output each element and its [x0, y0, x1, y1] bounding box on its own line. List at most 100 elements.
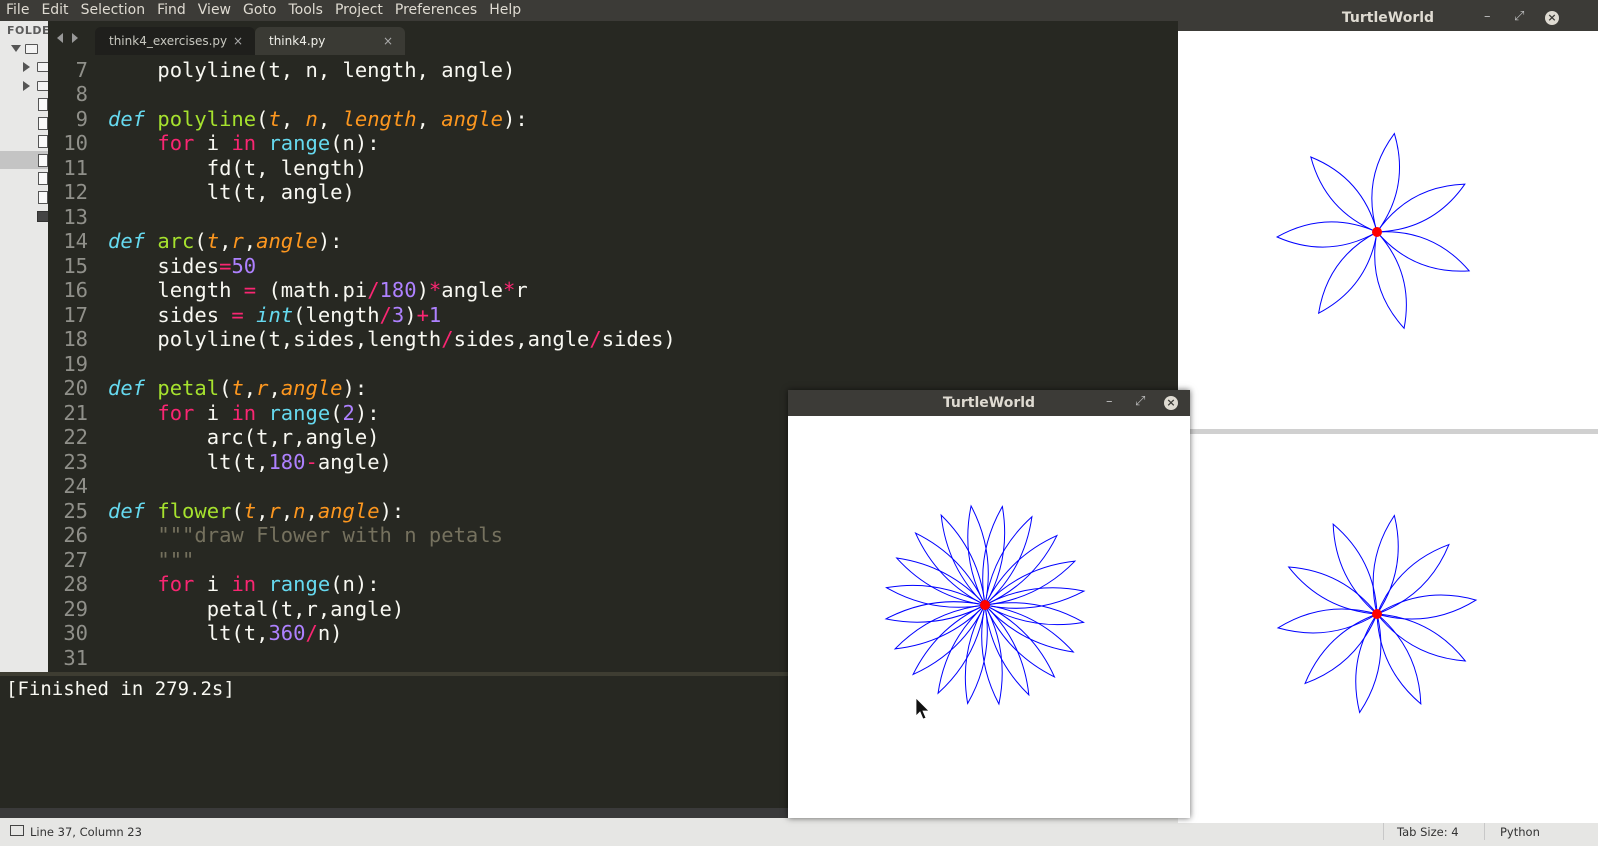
- flower-petal: [1374, 231, 1407, 330]
- code-line: for i in range(n):: [157, 131, 380, 155]
- tab-label: think4.py: [269, 34, 326, 48]
- code-line: sides=50: [108, 254, 257, 278]
- menu-project[interactable]: Project: [329, 0, 389, 21]
- menu-edit[interactable]: Edit: [35, 0, 74, 21]
- tab-label: think4_exercises.py: [109, 34, 228, 48]
- code-line: fd(t, length): [108, 156, 368, 180]
- code-line: arc(t,r,angle): [108, 425, 380, 449]
- flower-petal: [1276, 221, 1378, 248]
- code-line: length = (math.pi/180)*angle*r: [108, 278, 528, 302]
- expand-right-icon[interactable]: [23, 62, 30, 72]
- status-separator: [1383, 822, 1384, 840]
- line-number: 13: [63, 205, 88, 229]
- menu-preferences[interactable]: Preferences: [389, 0, 483, 21]
- line-number: 7: [75, 58, 88, 82]
- code-line: petal(t,r,angle): [108, 597, 405, 621]
- sidebar-item-root-folder[interactable]: [0, 40, 48, 58]
- line-number: 20: [63, 376, 88, 400]
- flower-petal: [1376, 543, 1450, 615]
- turtle-icon: [1372, 609, 1382, 619]
- flower-drawing: [1276, 514, 1478, 714]
- line-number: 30: [63, 621, 88, 645]
- menu-selection[interactable]: Selection: [75, 0, 152, 21]
- line-number: 9: [75, 107, 88, 131]
- file-icon: [38, 154, 48, 167]
- code-line: for i in range(2):: [157, 401, 380, 425]
- file-icon: [38, 98, 48, 111]
- sidebar-item-file-selected[interactable]: [0, 151, 48, 169]
- line-number: 22: [63, 425, 88, 449]
- close-icon[interactable]: ×: [1545, 11, 1559, 25]
- sidebar-item-file[interactable]: [0, 132, 48, 150]
- close-icon[interactable]: ×: [1164, 396, 1178, 410]
- flower-drawing: [884, 504, 1086, 706]
- line-number: 27: [63, 548, 88, 572]
- sidebar-item-file[interactable]: [0, 114, 48, 132]
- turtle-canvas: [884, 504, 1086, 720]
- tab-prev-icon[interactable]: [57, 33, 63, 43]
- turtle-icon: [1372, 227, 1382, 237]
- code-line: def flower(t,r,n,angle):: [108, 499, 405, 523]
- minimize-icon[interactable]: –: [1106, 390, 1113, 416]
- turtle-icon: [980, 600, 990, 610]
- code-line: lt(t,180-angle): [108, 450, 392, 474]
- maximize-icon[interactable]: ⤢: [1135, 390, 1145, 416]
- line-number: 31: [63, 646, 88, 670]
- line-number: 23: [63, 450, 88, 474]
- sidebar: FOLDE: [0, 21, 49, 676]
- menu-view[interactable]: View: [192, 0, 237, 21]
- menu-file[interactable]: File: [0, 0, 35, 21]
- sidebar-item-image[interactable]: [0, 207, 48, 225]
- tab-next-icon[interactable]: [72, 33, 78, 43]
- tab-think4[interactable]: think4.py ×: [255, 27, 405, 55]
- sidebar-item-folder[interactable]: [0, 77, 48, 95]
- sidebar-header: FOLDE: [7, 24, 49, 37]
- menu-help[interactable]: Help: [483, 0, 527, 21]
- flower-petal: [1310, 156, 1378, 233]
- maximize-icon[interactable]: ⤢: [1514, 5, 1524, 31]
- tab-think4-exercises[interactable]: think4_exercises.py ×: [95, 27, 255, 55]
- flower-petal: [1372, 514, 1399, 615]
- turtle-window-center[interactable]: TurtleWorld – ⤢ ×: [788, 390, 1190, 818]
- line-number: 8: [75, 82, 88, 106]
- file-icon: [38, 172, 48, 185]
- line-number: 29: [63, 597, 88, 621]
- tab-bar: think4_exercises.py × think4.py ×: [48, 21, 1178, 55]
- line-number: 19: [63, 352, 88, 376]
- flower-petal: [1376, 231, 1471, 272]
- code-line: lt(t,360/n): [108, 621, 343, 645]
- cursor-position: Line 37, Column 23: [30, 825, 142, 839]
- line-number: 11: [63, 156, 88, 180]
- flower-drawing: [1276, 132, 1471, 330]
- file-icon: [38, 191, 48, 204]
- expand-right-icon[interactable]: [23, 81, 30, 91]
- file-icon: [38, 135, 48, 148]
- code-line: def arc(t,r,angle):: [108, 229, 343, 253]
- turtle-window-right[interactable]: TurtleWorld – ⤢ ×: [1178, 5, 1598, 823]
- tab-size-indicator[interactable]: Tab Size: 4: [1397, 825, 1459, 839]
- panel-toggle-icon[interactable]: [10, 825, 24, 836]
- line-number: 25: [63, 499, 88, 523]
- menu-find[interactable]: Find: [151, 0, 192, 21]
- syntax-indicator[interactable]: Python: [1500, 825, 1540, 839]
- minimize-icon[interactable]: –: [1484, 5, 1491, 31]
- window-title-bar[interactable]: TurtleWorld: [788, 390, 1190, 416]
- line-number: 14: [63, 229, 88, 253]
- menu-tools[interactable]: Tools: [282, 0, 329, 21]
- line-number: 24: [63, 474, 88, 498]
- close-tab-icon[interactable]: ×: [383, 27, 393, 55]
- window-title-bar[interactable]: TurtleWorld: [1178, 5, 1598, 31]
- sidebar-item-file[interactable]: [0, 95, 48, 113]
- menu-goto[interactable]: Goto: [237, 0, 282, 21]
- code-line: polyline(t, n, length, angle): [108, 58, 516, 82]
- expand-down-icon[interactable]: [11, 45, 21, 52]
- line-number: 18: [63, 327, 88, 351]
- file-icon: [38, 117, 48, 130]
- flower-petal: [1287, 566, 1378, 615]
- flower-petal: [1371, 132, 1400, 233]
- sidebar-item-file[interactable]: [0, 169, 48, 187]
- close-tab-icon[interactable]: ×: [233, 27, 243, 55]
- sidebar-item-folder[interactable]: [0, 58, 48, 76]
- sidebar-item-file[interactable]: [0, 188, 48, 206]
- code-line: for i in range(n):: [157, 572, 380, 596]
